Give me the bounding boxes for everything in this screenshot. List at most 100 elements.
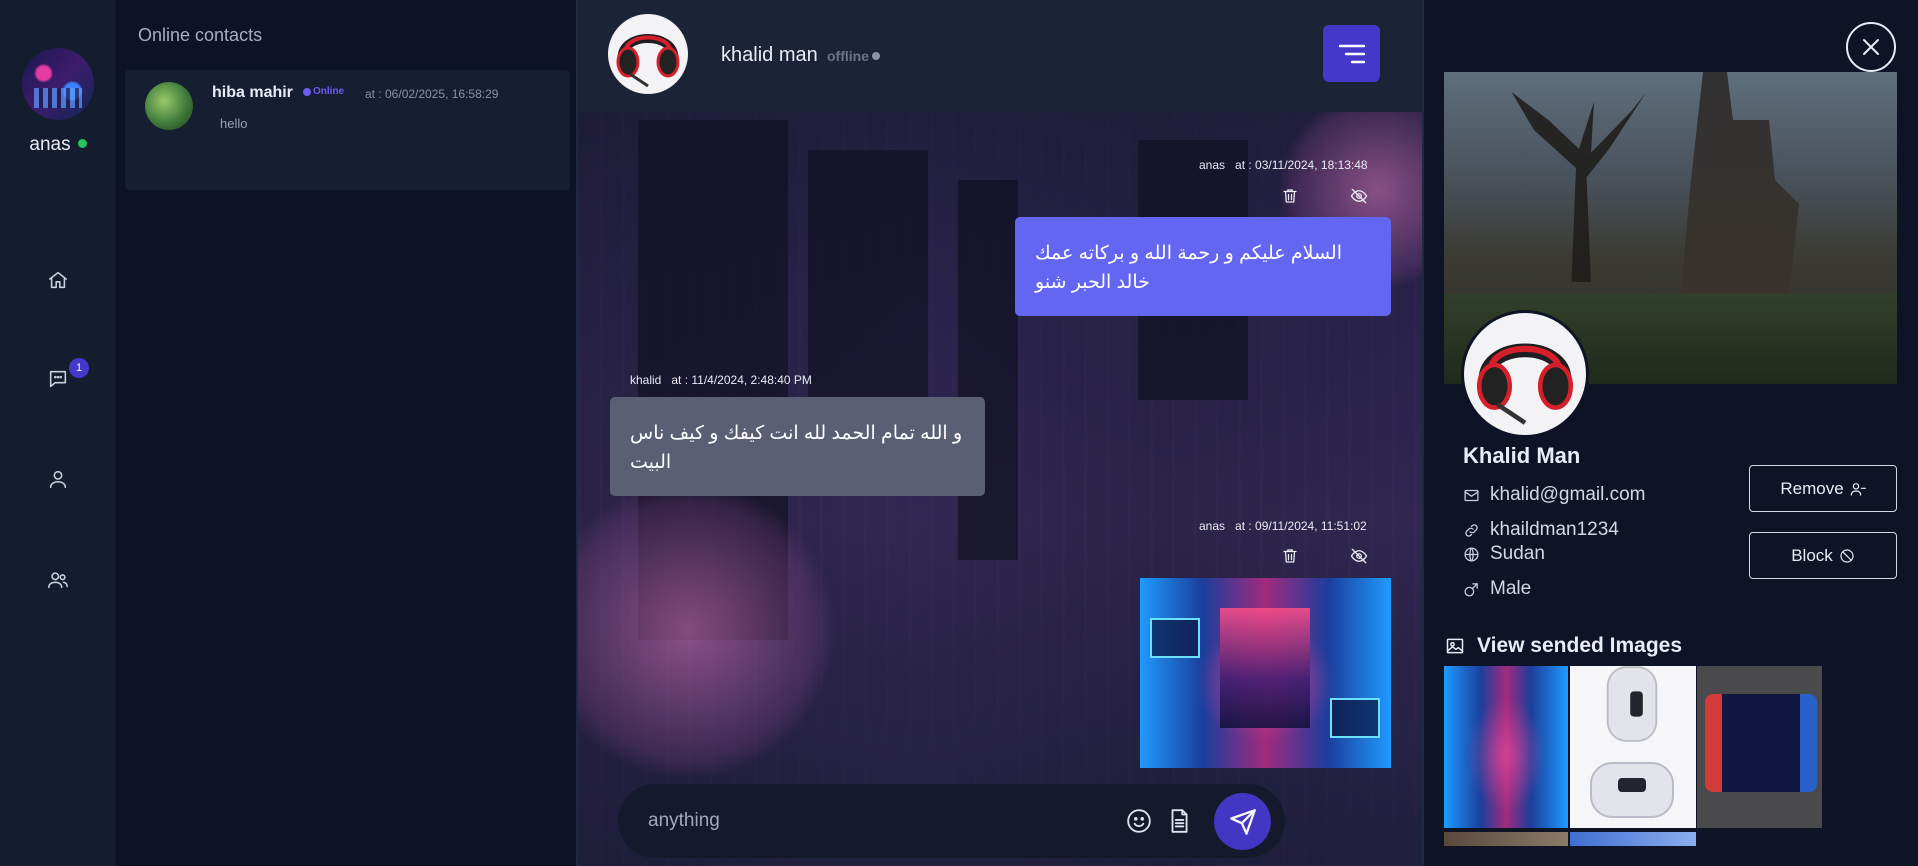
trash-icon [1283,189,1297,203]
left-sidebar: anas 1 [0,0,117,866]
gallery-thumbnail[interactable] [1444,666,1568,828]
contact-status: Online [303,86,344,97]
eye-off-icon [1350,188,1368,204]
mail-icon [1464,489,1479,501]
profile-gender: Male [1490,578,1532,599]
eye-off-icon [1350,548,1368,564]
chat-menu-button[interactable] [1323,25,1380,82]
console-right-grip [1800,694,1817,792]
contact-status-label: Online [313,86,345,97]
gallery-title[interactable]: View sended Images [1445,634,1682,658]
delete-message-button[interactable] [1281,187,1301,207]
chat-app: anas 1 Online contacts hiba mahir Online… [0,0,1918,866]
block-user-button[interactable]: Block [1749,532,1897,579]
profile-nav-button[interactable] [38,459,78,499]
profile-country: Sudan [1490,543,1545,564]
message-meta: anas at : 09/11/2024, 11:51:02 [1199,519,1367,533]
block-button-label: Block [1791,545,1833,565]
message-bubble-outgoing: السلام عليكم و رحمة الله و بركاته عمك خا… [1015,217,1391,316]
chat-header: khalid man offline [578,0,1422,112]
remove-button-label: Remove [1780,478,1844,498]
message-time: at : 09/11/2024, 11:51:02 [1235,519,1367,533]
hide-message-button[interactable] [1350,187,1370,207]
contacts-title: Online contacts [138,25,263,45]
image-icon [1446,638,1464,654]
message-bubble-incoming: و الله تمام الحمد لله انت كيفك و كيف ناس… [610,397,985,496]
online-dot [303,87,311,96]
gallery-thumbnail[interactable] [1570,666,1696,828]
cover-castle-detail [1679,72,1799,312]
chat-icon [49,370,67,388]
user-icon [49,470,67,489]
contact-item[interactable]: hiba mahir Online at : 06/02/2025, 16:58… [125,70,570,190]
controller-image-detail [1606,666,1658,742]
profile-email: khalid@gmail.com [1490,484,1646,505]
profile-email-row: khalid@gmail.com [1463,484,1646,506]
unread-badge: 1 [69,358,89,378]
message-meta: khalid at : 11/4/2024, 2:48:40 PM [630,373,812,387]
image-monitor-detail [1150,618,1200,658]
message-time: at : 11/4/2024, 2:48:40 PM [671,373,812,387]
message-sender: anas [1199,519,1226,533]
menu-icon [1338,44,1365,63]
trash-icon [1283,549,1297,563]
profile-avatar [1461,310,1589,438]
chat-contact-avatar[interactable] [608,14,688,94]
block-icon [1840,548,1854,563]
attach-file-button[interactable] [1166,808,1192,834]
home-nav-button[interactable] [38,260,78,300]
friends-nav-button[interactable] [38,560,78,600]
smiley-icon [1127,809,1151,833]
home-icon [48,271,68,289]
profile-country-row: Sudan [1463,543,1545,565]
message-time: at : 03/11/2024, 18:13:48 [1235,158,1368,172]
contacts-panel: Online contacts hiba mahir Online at : 0… [118,0,578,866]
image-monitor-detail [1330,698,1380,738]
send-button[interactable] [1214,793,1271,850]
profile-name: Khalid Man [1463,443,1581,468]
console-left-grip [1705,694,1722,792]
headset-avatar-image [616,34,680,88]
user-avatar[interactable] [22,48,94,120]
controller-image-detail [1590,762,1674,818]
headset-avatar-image [1476,343,1574,425]
remove-friend-button[interactable]: Remove [1749,465,1897,512]
gallery-title-label: View sended Images [1477,634,1683,657]
users-icon [48,572,68,589]
gallery-thumbnail[interactable] [1444,832,1568,846]
offline-dot [872,52,880,60]
globe-icon [1464,546,1479,562]
wallpaper-building [958,180,1018,560]
gallery-thumbnail[interactable] [1570,832,1696,846]
profile-username: khaildman1234 [1490,519,1619,540]
message-input[interactable]: anything [648,810,720,832]
message-meta: anas at : 03/11/2024, 18:13:48 [1199,158,1368,172]
message-image[interactable] [1140,578,1391,768]
profile-gender-row: Male [1463,578,1531,600]
contact-avatar [145,82,193,130]
link-icon [1465,523,1478,537]
console-screen [1722,694,1800,792]
chat-contact-status: offline [827,48,880,64]
chat-panel: khalid man offline anas at : 03/11/2024,… [578,0,1422,866]
hide-message-button[interactable] [1350,547,1370,567]
close-profile-button[interactable] [1846,22,1896,72]
profile-username-row: khaildman1234 [1463,519,1619,541]
contact-name: hiba mahir [212,84,293,101]
message-composer: anything [618,784,1285,858]
close-icon [1863,39,1879,55]
emoji-button[interactable] [1126,808,1152,834]
contact-timestamp: at : 06/02/2025, 16:58:29 [365,87,499,101]
message-sender: khalid [630,373,662,387]
online-status-dot [78,139,87,148]
chat-contact-status-label: offline [827,48,869,64]
message-sender: anas [1199,158,1226,172]
contact-last-message: hello [220,116,248,131]
delete-message-button[interactable] [1281,547,1301,567]
user-minus-icon [1850,482,1866,496]
male-icon [1464,582,1478,597]
chat-contact-name: khalid man [721,44,818,66]
image-room-detail [1220,608,1310,728]
gallery-thumbnail[interactable] [1697,666,1822,828]
file-icon [1171,809,1188,833]
